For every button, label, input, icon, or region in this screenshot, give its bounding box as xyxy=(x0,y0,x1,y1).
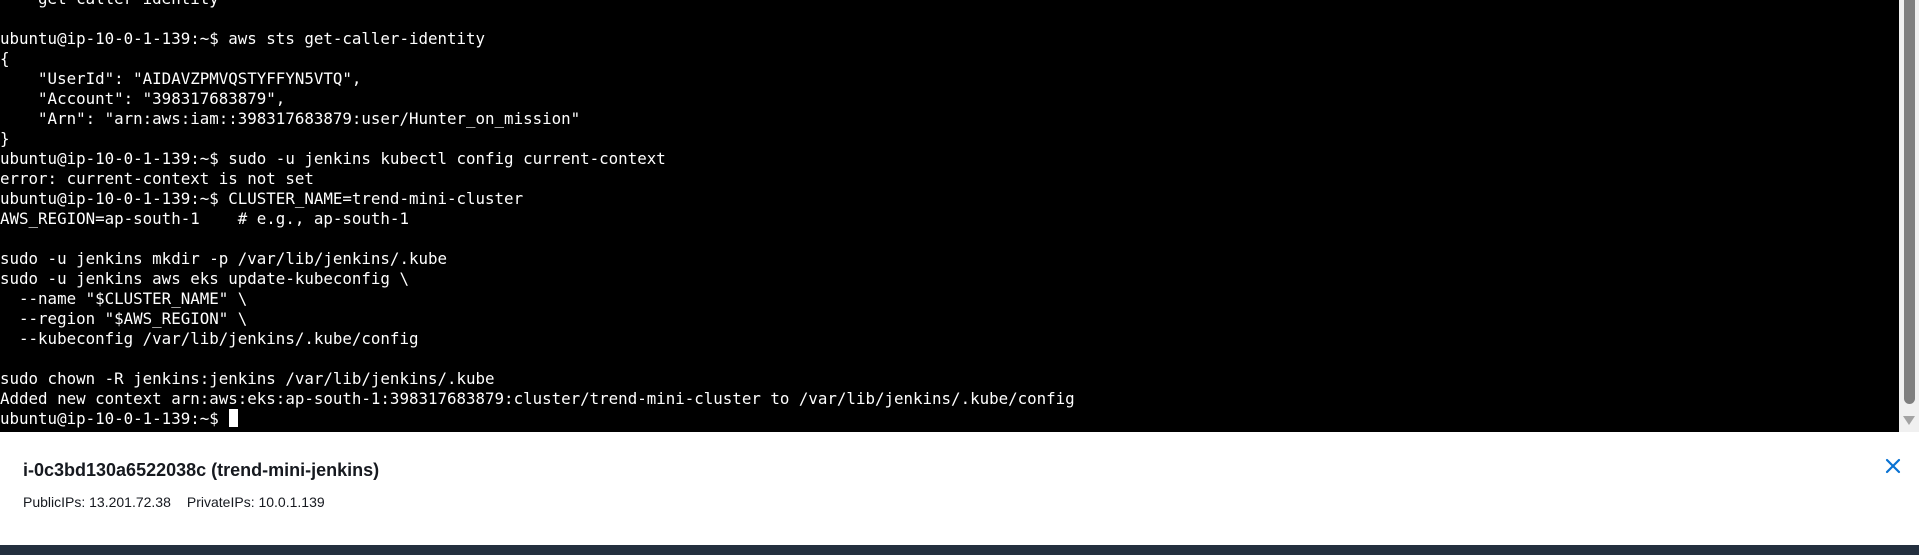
terminal-line: sudo -u jenkins mkdir -p /var/lib/jenkin… xyxy=(0,249,447,268)
terminal-cursor xyxy=(228,409,238,427)
terminal-output[interactable]: * get-caller-identity ubuntu@ip-10-0-1-1… xyxy=(0,0,1899,432)
terminal-lines: * get-caller-identity ubuntu@ip-10-0-1-1… xyxy=(0,0,1075,429)
terminal-line: AWS_REGION=ap-south-1 # e.g., ap-south-1 xyxy=(0,209,409,228)
terminal-line: "UserId": "AIDAVZPMVQSTYFFYN5VTQ", xyxy=(0,69,362,88)
terminal-line: { xyxy=(0,49,10,68)
terminal-line: --name "$CLUSTER_NAME" \ xyxy=(0,289,248,308)
close-icon xyxy=(1885,458,1901,474)
terminal-scrollbar[interactable] xyxy=(1899,0,1919,432)
instance-info-panel: i-0c3bd130a6522038c (trend-mini-jenkins)… xyxy=(0,432,1919,545)
terminal-line: ubuntu@ip-10-0-1-139:~$ sudo -u jenkins … xyxy=(0,149,666,168)
private-ips-label: PrivateIPs: 10.0.1.139 xyxy=(186,494,325,510)
terminal-line: ubuntu@ip-10-0-1-139:~$ aws sts get-call… xyxy=(0,29,486,48)
scrollbar-thumb[interactable] xyxy=(1904,0,1915,404)
instance-ip-row: PublicIPs: 13.201.72.38 PrivateIPs: 10.0.… xyxy=(23,494,325,510)
instance-title: i-0c3bd130a6522038c (trend-mini-jenkins) xyxy=(23,460,380,480)
terminal-line: --region "$AWS_REGION" \ xyxy=(0,309,248,328)
bottom-bar xyxy=(0,545,1919,555)
close-panel-button[interactable] xyxy=(1882,455,1904,477)
terminal-line: } xyxy=(0,129,10,148)
public-ips-label: PublicIPs: 13.201.72.38 xyxy=(23,494,171,510)
terminal-line: sudo chown -R jenkins:jenkins /var/lib/j… xyxy=(0,369,495,388)
scroll-down-arrow-icon[interactable] xyxy=(1903,416,1915,425)
terminal-line: "Arn": "arn:aws:iam::398317683879:user/H… xyxy=(0,109,581,128)
terminal-line: error: current-context is not set xyxy=(0,169,314,188)
terminal-line: "Account": "398317683879", xyxy=(0,89,286,108)
terminal-current-prompt-line[interactable]: ubuntu@ip-10-0-1-139:~$ xyxy=(0,409,1075,429)
terminal-line: sudo -u jenkins aws eks update-kubeconfi… xyxy=(0,269,409,288)
terminal-line: ubuntu@ip-10-0-1-139:~$ CLUSTER_NAME=tre… xyxy=(0,189,524,208)
terminal-line: Added new context arn:aws:eks:ap-south-1… xyxy=(0,389,1075,408)
terminal-prompt: ubuntu@ip-10-0-1-139:~$ xyxy=(0,409,219,428)
terminal-line: --kubeconfig /var/lib/jenkins/.kube/conf… xyxy=(0,329,419,348)
terminal-line: * get-caller-identity xyxy=(0,0,1075,9)
